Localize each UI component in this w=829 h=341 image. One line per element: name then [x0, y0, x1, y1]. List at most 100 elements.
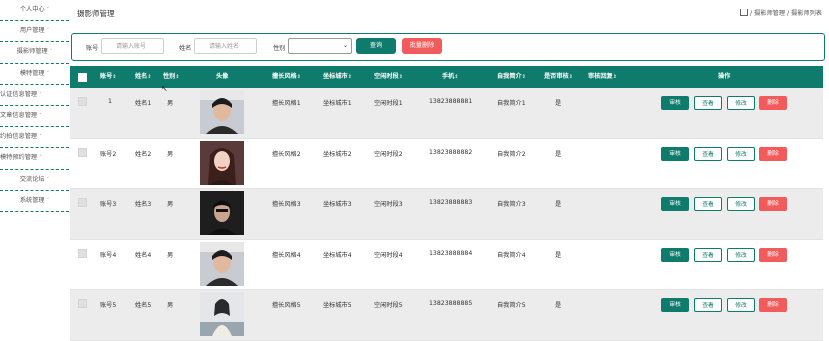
col-style[interactable]: 擅长风格⇕	[272, 66, 301, 88]
account-input[interactable]: 请输入账号	[101, 38, 164, 54]
col-phone[interactable]: 手机⇕	[442, 66, 459, 88]
edit-button[interactable]: 修改	[727, 96, 755, 110]
cell-intro: 自我简介2	[497, 150, 526, 158]
breadcrumb-text: / 摄影师管理 / 摄影师列表	[750, 10, 822, 17]
col-intro[interactable]: 自我简介⇕	[497, 66, 526, 88]
select-all-checkbox[interactable]	[78, 73, 87, 82]
cell-style: 擅长风格1	[272, 100, 301, 107]
chevron-down-icon: ˅	[46, 197, 50, 204]
col-city[interactable]: 坐标城市⇕	[323, 66, 352, 88]
cell-time: 空闲时段1	[374, 100, 403, 107]
sidebar-item-users[interactable]: 用户管理 ˅	[0, 21, 69, 43]
chevron-down-icon: ˅	[39, 91, 42, 98]
cell-city: 坐标城市4	[323, 251, 352, 259]
delete-button[interactable]: 删除	[759, 247, 787, 262]
row-checkbox[interactable]	[78, 147, 87, 157]
sidebar-item-photographers[interactable]: 摄影师管理 ˅	[0, 42, 69, 64]
col-actions: 操作	[718, 73, 731, 80]
view-button[interactable]: 查看	[694, 298, 722, 312]
sidebar-item-label: 约拍信息管理	[0, 133, 38, 141]
col-reply[interactable]: 审核回复⇕	[588, 66, 617, 88]
sidebar-item-system[interactable]: 系统管理 ˅	[0, 191, 69, 212]
cell-name: 姓名4	[135, 251, 152, 259]
chevron-down-icon: ˅	[39, 155, 42, 162]
cell-gender: 男	[167, 302, 174, 309]
edit-button[interactable]: 修改	[727, 146, 755, 161]
cell-account: 账号4	[100, 251, 117, 259]
cell-time: 空闲时段2	[374, 150, 403, 158]
view-button[interactable]: 查看	[694, 197, 722, 211]
sort-icon: ⇕	[347, 74, 352, 80]
home-icon[interactable]	[740, 9, 749, 16]
sort-icon: ⇕	[521, 74, 526, 80]
sort-icon: ⇕	[454, 74, 459, 80]
edit-button[interactable]: 修改	[727, 197, 755, 211]
sidebar-item-profile[interactable]: 个人中心 ˅	[0, 0, 69, 22]
sort-icon: ⇕	[398, 74, 403, 80]
col-account[interactable]: 账号⇕	[100, 66, 117, 88]
cell-intro: 自我简介3	[497, 201, 526, 208]
cell-reviewed: 是	[555, 201, 562, 208]
row-checkbox[interactable]	[78, 97, 87, 106]
cell-intro: 自我简介1	[497, 100, 526, 107]
photographer-table: 账号⇕ 姓名⇕ 性别⇕ 头像 擅长风格⇕ 坐标城市⇕ 空闲时段⇕ 手机⇕ 自我简…	[70, 66, 823, 341]
edit-button[interactable]: 修改	[727, 298, 755, 312]
col-avatar: 头像	[216, 73, 229, 80]
row-checkbox[interactable]	[78, 299, 87, 308]
col-reviewed[interactable]: 是否审核⇕	[544, 66, 573, 88]
view-button[interactable]: 查看	[694, 146, 722, 161]
page-title: 摄影师管理	[77, 9, 115, 18]
chevron-down-icon: ˅	[49, 49, 53, 56]
delete-button[interactable]: 删除	[759, 298, 787, 312]
name-input[interactable]: 请输入姓名	[194, 38, 257, 54]
gender-label: 性别	[273, 45, 286, 52]
view-button[interactable]: 查看	[694, 96, 722, 110]
review-button[interactable]: 审核	[661, 298, 689, 312]
sort-icon: ⇕	[175, 74, 180, 80]
review-button[interactable]: 审核	[661, 247, 689, 262]
cell-phone: 13823888883	[429, 199, 473, 206]
avatar	[200, 241, 244, 286]
query-button[interactable]: 查询	[356, 38, 396, 54]
sidebar-item-label: 文章信息管理	[0, 111, 38, 119]
row-checkbox[interactable]	[78, 248, 87, 258]
cell-style: 擅长风格2	[272, 150, 301, 158]
sort-icon: ⇕	[612, 74, 617, 80]
cell-city: 坐标城市3	[323, 201, 352, 208]
sidebar-item-models[interactable]: 模特管理 ˅	[0, 64, 69, 85]
cell-account: 1	[108, 98, 112, 105]
delete-button[interactable]: 删除	[759, 197, 787, 211]
cell-intro: 自我简介5	[497, 302, 526, 309]
sidebar-item-label: 摄影师管理	[16, 48, 48, 56]
breadcrumb: / 摄影师管理 / 摄影师列表	[740, 8, 822, 17]
sidebar-item-label: 模特管理	[19, 69, 45, 77]
cell-city: 坐标城市1	[323, 100, 352, 107]
cell-reviewed: 是	[555, 150, 562, 158]
view-button[interactable]: 查看	[694, 247, 722, 262]
gender-select[interactable]: ⌄	[288, 38, 352, 54]
cell-style: 擅长风格3	[272, 201, 301, 208]
review-button[interactable]: 审核	[661, 197, 689, 211]
row-checkbox[interactable]	[78, 198, 87, 207]
delete-button[interactable]: 删除	[759, 96, 787, 110]
search-bar: 账号 请输入账号 姓名 请输入姓名 性别 ⌄ 查询 批量删除	[71, 33, 825, 61]
sidebar-item-shoots[interactable]: 约拍信息管理 ˅	[0, 127, 69, 149]
sidebar-item-articles[interactable]: 文章信息管理 ˅	[0, 106, 69, 128]
sidebar-item-bookings[interactable]: 模特预约管理 ˅	[0, 148, 69, 170]
avatar	[200, 140, 244, 185]
sidebar-item-label: 系统管理	[19, 196, 45, 204]
review-button[interactable]: 审核	[661, 96, 689, 110]
chevron-down-icon: ˅	[46, 70, 50, 77]
batch-delete-button[interactable]: 批量删除	[402, 38, 442, 54]
delete-button[interactable]: 删除	[759, 146, 787, 161]
col-name[interactable]: 姓名⇕	[135, 66, 152, 88]
sort-icon: ⇕	[112, 74, 117, 80]
review-button[interactable]: 审核	[661, 146, 689, 161]
sidebar-item-forum[interactable]: 交流论坛 ˅	[0, 170, 69, 191]
col-time[interactable]: 空闲时段⇕	[374, 66, 403, 88]
sidebar-item-certification[interactable]: 认证信息管理 ˅	[0, 85, 69, 106]
edit-button[interactable]: 修改	[727, 247, 755, 262]
cell-reviewed: 是	[555, 302, 562, 309]
chevron-down-icon: ˅	[46, 7, 50, 13]
cell-name: 姓名5	[135, 302, 152, 309]
